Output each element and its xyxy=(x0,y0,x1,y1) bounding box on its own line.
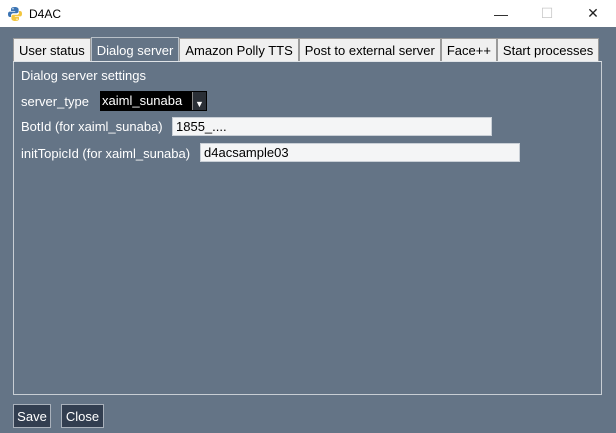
bot-id-label: BotId (for xaiml_sunaba) xyxy=(21,119,163,134)
tab-bar: User status Dialog server Amazon Polly T… xyxy=(13,37,600,62)
server-type-label: server_type xyxy=(21,94,89,109)
tab-face-plus-plus[interactable]: Face++ xyxy=(440,38,497,61)
server-type-select[interactable]: xaiml_sunaba ▼ xyxy=(100,91,207,111)
section-title: Dialog server settings xyxy=(21,68,146,83)
bot-id-field[interactable]: 1855_.... xyxy=(172,117,492,136)
tab-start-processes[interactable]: Start processes xyxy=(496,38,600,61)
dialog-server-panel: Dialog server settings server_type xaiml… xyxy=(13,61,602,395)
tab-dialog-server[interactable]: Dialog server xyxy=(90,37,180,62)
title-bar: D4AC — ☐ ✕ xyxy=(0,0,616,27)
minimize-button[interactable]: — xyxy=(478,0,524,27)
window-title: D4AC xyxy=(29,6,62,21)
init-topic-id-label: initTopicId (for xaiml_sunaba) xyxy=(21,146,191,161)
close-window-button[interactable]: ✕ xyxy=(570,0,616,27)
tab-amazon-polly-tts[interactable]: Amazon Polly TTS xyxy=(179,38,299,61)
tab-post-to-external-server[interactable]: Post to external server xyxy=(298,38,441,61)
chevron-down-icon[interactable]: ▼ xyxy=(192,92,206,110)
close-button[interactable]: Close xyxy=(61,404,104,428)
window-controls: — ☐ ✕ xyxy=(478,0,616,27)
init-topic-id-field[interactable]: d4acsample03 xyxy=(200,143,520,162)
tab-user-status[interactable]: User status xyxy=(13,38,91,61)
python-logo-icon xyxy=(8,6,22,21)
maximize-button[interactable]: ☐ xyxy=(524,0,570,27)
save-button[interactable]: Save xyxy=(13,404,51,428)
server-type-value: xaiml_sunaba xyxy=(101,92,192,110)
